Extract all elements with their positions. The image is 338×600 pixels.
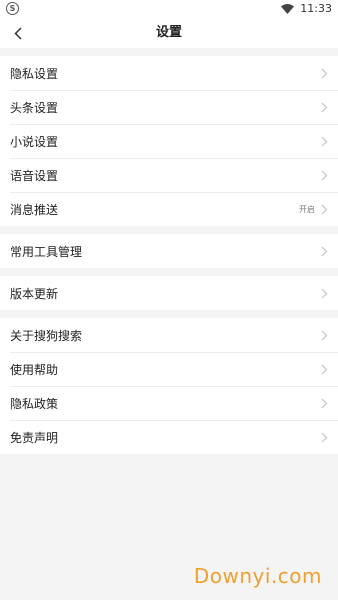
chevron-right-icon bbox=[321, 170, 328, 180]
settings-row-label: 关于搜狗搜索 bbox=[10, 328, 83, 343]
settings-row-label: 常用工具管理 bbox=[10, 244, 83, 259]
settings-row[interactable]: 常用工具管理 bbox=[0, 234, 338, 268]
chevron-right-icon bbox=[321, 246, 328, 256]
settings-row[interactable]: 消息推送 开启 bbox=[0, 192, 338, 226]
settings-row[interactable]: 隐私设置 bbox=[0, 56, 338, 90]
settings-row-label: 小说设置 bbox=[10, 134, 59, 149]
nav-bar: 设置 bbox=[0, 18, 338, 48]
settings-row[interactable]: 头条设置 bbox=[0, 90, 338, 124]
chevron-right-icon bbox=[321, 102, 328, 112]
settings-row-label: 隐私设置 bbox=[10, 66, 59, 81]
chevron-right-icon bbox=[321, 432, 328, 442]
settings-row[interactable]: 小说设置 bbox=[0, 124, 338, 158]
settings-group: 关于搜狗搜索 使用帮助隐私政策免责声明 bbox=[0, 318, 338, 454]
chevron-right-icon bbox=[321, 330, 328, 340]
settings-group: 版本更新 bbox=[0, 276, 338, 310]
chevron-right-icon bbox=[321, 68, 328, 78]
back-button[interactable] bbox=[8, 22, 28, 44]
chevron-right-icon bbox=[321, 398, 328, 408]
page-title: 设置 bbox=[155, 25, 182, 40]
settings-row-value: 开启 bbox=[299, 204, 315, 214]
settings-group: 隐私设置头条设置小说设置语音设置消息推送 开启 bbox=[0, 56, 338, 226]
chevron-right-icon bbox=[321, 204, 328, 214]
settings-row[interactable]: 使用帮助 bbox=[0, 352, 338, 386]
settings-row[interactable]: 版本更新 bbox=[0, 276, 338, 310]
chevron-right-icon bbox=[321, 288, 328, 298]
settings-group: 常用工具管理 bbox=[0, 234, 338, 268]
settings-row-label: 使用帮助 bbox=[10, 362, 59, 377]
chevron-right-icon bbox=[321, 364, 328, 374]
chevron-left-icon bbox=[14, 26, 22, 40]
settings-row-label: 隐私政策 bbox=[10, 396, 59, 411]
watermark-logo: Downyi.com bbox=[193, 564, 322, 588]
status-right: 11:33 bbox=[281, 2, 332, 15]
settings-row-label: 头条设置 bbox=[10, 100, 59, 115]
wifi-icon bbox=[281, 3, 295, 14]
status-bar: S 11:33 bbox=[0, 0, 338, 18]
settings-row-label: 免责声明 bbox=[10, 430, 59, 445]
settings-row[interactable]: 隐私政策 bbox=[0, 386, 338, 420]
settings-list: 隐私设置头条设置小说设置语音设置消息推送 开启常用工具管理 版本更新关于搜狗搜索 使用… bbox=[0, 56, 338, 454]
settings-row[interactable]: 免责声明 bbox=[0, 420, 338, 454]
settings-row-label: 语音设置 bbox=[10, 168, 59, 183]
settings-row[interactable]: 关于搜狗搜索 bbox=[0, 318, 338, 352]
settings-row[interactable]: 语音设置 bbox=[0, 158, 338, 192]
settings-row-label: 消息推送 bbox=[10, 202, 59, 217]
chevron-right-icon bbox=[321, 136, 328, 146]
status-time: 11:33 bbox=[300, 2, 332, 15]
settings-row-label: 版本更新 bbox=[10, 286, 59, 301]
sogou-app-icon: S bbox=[6, 2, 19, 15]
